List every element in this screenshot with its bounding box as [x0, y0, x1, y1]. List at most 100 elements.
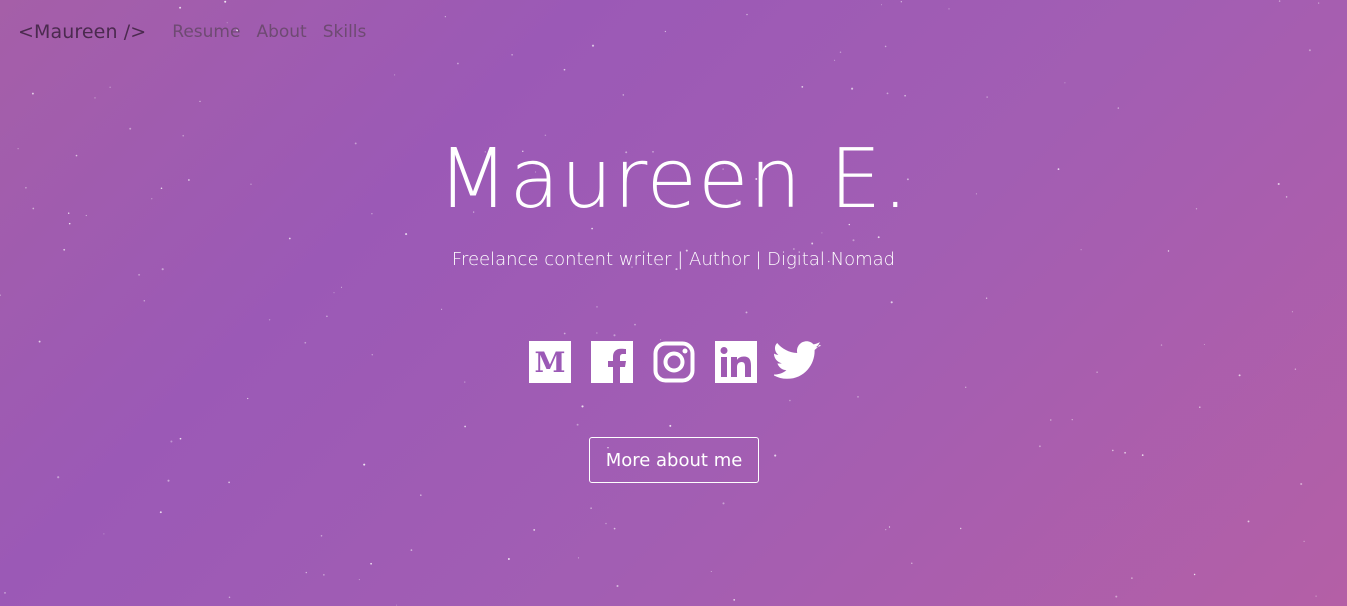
linkedin-link[interactable] — [714, 340, 758, 384]
facebook-icon — [590, 341, 633, 383]
star-dot — [333, 292, 335, 294]
star-dot — [811, 242, 814, 245]
star-dot — [0, 294, 1, 296]
star-dot — [396, 604, 398, 606]
star-dot — [1247, 520, 1250, 523]
star-dot — [159, 511, 162, 514]
star-dot — [1300, 482, 1303, 486]
star-dot — [884, 45, 887, 48]
star-dot — [596, 306, 598, 308]
nav-link-about[interactable]: About — [256, 22, 306, 42]
twitter-icon — [773, 341, 822, 383]
star-dot — [444, 16, 446, 18]
star-dot — [323, 574, 325, 576]
star-dot — [911, 562, 913, 564]
star-dot — [877, 236, 880, 239]
star-dot — [1115, 595, 1118, 598]
star-dot — [143, 300, 146, 302]
star-dot — [613, 527, 616, 530]
star-dot — [167, 479, 170, 482]
nav-link-resume[interactable]: Resume — [172, 22, 240, 42]
star-dot — [839, 51, 842, 54]
star-dot — [410, 549, 413, 551]
star-dot — [320, 535, 323, 537]
star-dot — [880, 4, 883, 6]
star-dot — [179, 6, 182, 9]
twitter-link[interactable] — [773, 340, 822, 384]
star-dot — [405, 233, 408, 236]
star-dot — [511, 53, 513, 56]
star-dot — [563, 332, 566, 335]
star-dot — [985, 297, 988, 299]
star-dot — [507, 558, 510, 560]
star-dot — [441, 308, 443, 310]
star-dot — [94, 97, 96, 99]
starfield-background — [0, 0, 1320, 606]
star-dot — [288, 237, 291, 240]
star-dot — [1124, 451, 1127, 454]
navbar: <Maureen /> Resume About Skills — [18, 18, 382, 46]
star-dot — [1278, 0, 1281, 2]
star-dot — [370, 562, 372, 565]
star-dot — [591, 44, 595, 47]
star-dot — [179, 437, 182, 440]
star-dot — [948, 8, 950, 10]
more-about-me-button[interactable]: More about me — [589, 437, 759, 483]
star-dot — [533, 528, 536, 531]
medium-link[interactable]: M — [528, 340, 572, 384]
star-dot — [596, 332, 598, 334]
facebook-link[interactable] — [590, 340, 634, 384]
star-dot — [605, 522, 607, 525]
star-dot — [1064, 82, 1066, 84]
star-dot — [326, 315, 328, 318]
star-dot — [1111, 449, 1114, 452]
star-dot — [340, 286, 343, 288]
star-dot — [888, 526, 891, 528]
star-dot — [851, 87, 854, 90]
star-dot — [959, 527, 962, 530]
star-dot — [138, 273, 141, 276]
star-dot — [247, 397, 249, 400]
star-dot — [577, 557, 580, 559]
star-dot — [1050, 419, 1052, 421]
star-dot — [857, 396, 859, 398]
star-dot — [4, 592, 6, 594]
star-dot — [31, 92, 34, 95]
star-dot — [904, 94, 906, 97]
star-dot — [733, 599, 736, 601]
star-dot — [745, 311, 748, 314]
star-dot — [622, 94, 625, 96]
star-dot — [1318, 2, 1320, 4]
star-dot — [890, 301, 893, 304]
star-dot — [228, 596, 231, 599]
star-dot — [1199, 406, 1201, 408]
star-dot — [358, 579, 360, 581]
star-dot — [886, 92, 889, 95]
star-dot — [1117, 107, 1120, 109]
star-dot — [199, 100, 201, 103]
star-dot — [821, 232, 823, 234]
nav-link-skills[interactable]: Skills — [323, 22, 367, 42]
star-dot — [456, 62, 459, 65]
star-dot — [834, 59, 836, 61]
star-dot — [789, 399, 791, 402]
star-dot — [1303, 540, 1305, 543]
star-dot — [986, 96, 988, 98]
star-dot — [1308, 49, 1311, 52]
star-dot — [801, 85, 804, 88]
star-dot — [170, 440, 173, 443]
star-dot — [885, 528, 887, 531]
star-dot — [590, 507, 592, 509]
brand-logo[interactable]: <Maureen /> — [18, 21, 146, 43]
star-dot — [613, 334, 616, 337]
star-dot — [616, 584, 619, 588]
hero-subtitle: Freelance content writer | Author | Digi… — [451, 249, 896, 270]
star-dot — [774, 454, 777, 457]
star-dot — [746, 13, 748, 16]
star-dot — [664, 30, 667, 33]
star-dot — [634, 323, 636, 326]
instagram-link[interactable] — [652, 340, 696, 384]
star-dot — [129, 127, 132, 130]
star-dot — [228, 481, 230, 484]
linkedin-icon — [714, 341, 757, 383]
